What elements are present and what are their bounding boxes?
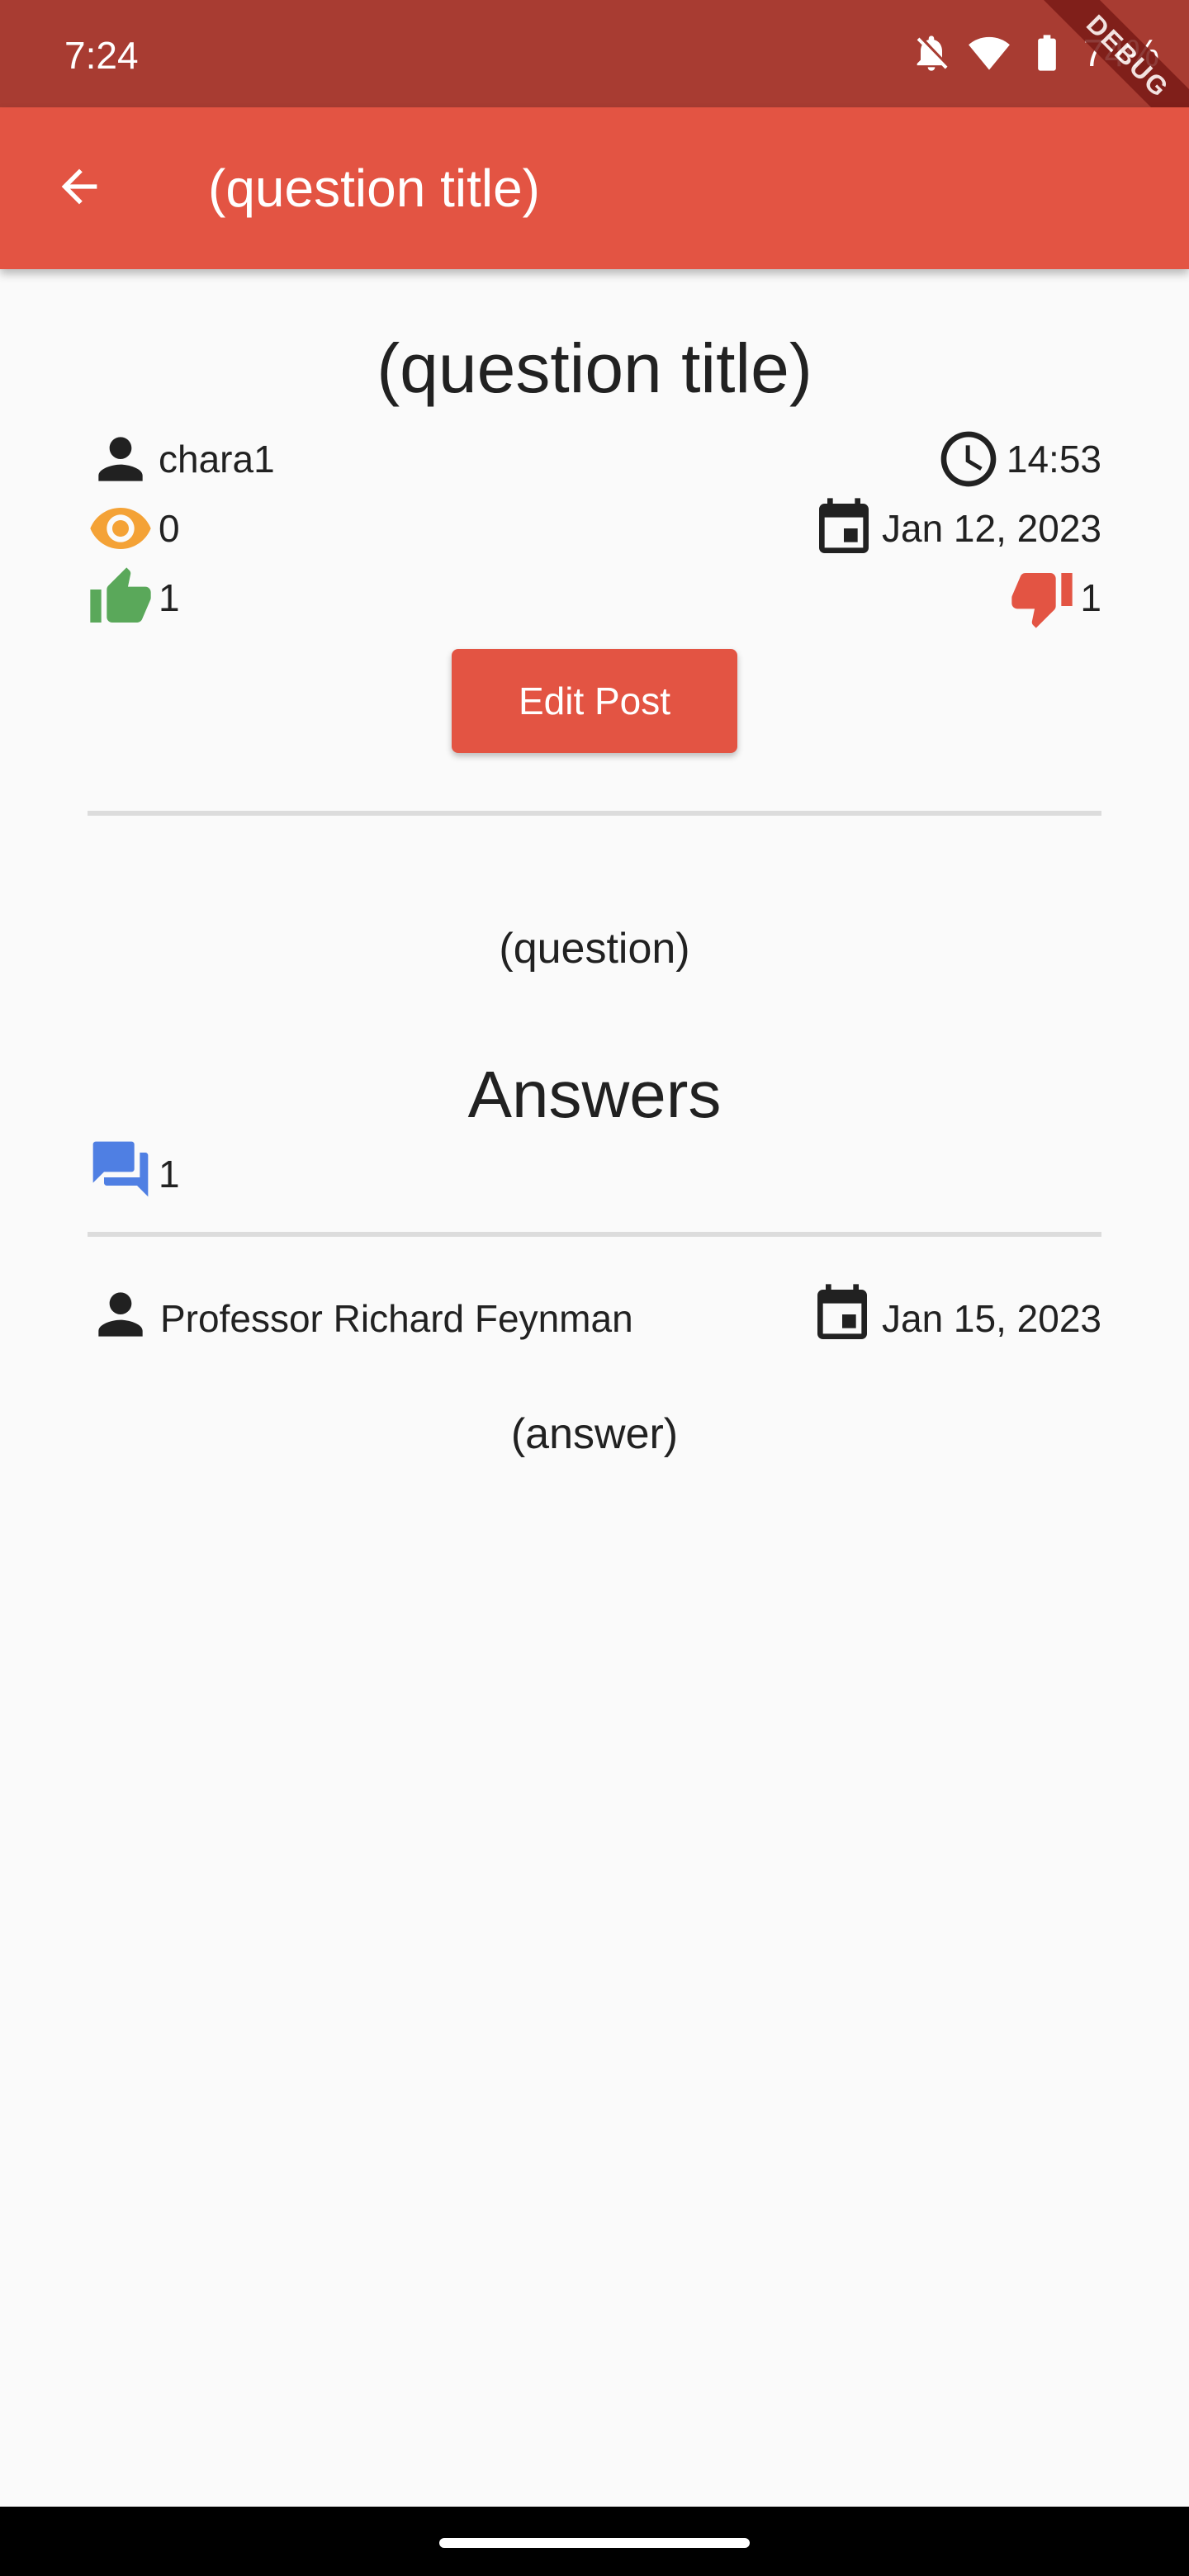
arrow-back-icon [53,160,106,217]
clock-icon [936,426,1002,492]
question-body: (question) [499,925,690,973]
eye-icon [88,495,154,561]
like-count: 1 [159,576,180,619]
post-views: 0 [159,507,180,550]
thumb-up-icon[interactable] [88,565,154,631]
post-time: 14:53 [1006,438,1101,481]
answer-meta-row: Professor Richard Feynman Jan 15, 2023 [88,1283,1101,1354]
answer-author: Professor Richard Feynman [160,1297,633,1340]
status-time: 7:24 [64,34,139,77]
answers-count-row: 1 [88,1136,180,1211]
system-nav-bar [0,2507,1189,2576]
battery-icon [1026,31,1068,74]
forum-icon [88,1136,154,1211]
post-author: chara1 [159,438,275,481]
app-bar: (question title) [0,107,1189,269]
post-title: (question title) [377,329,812,407]
divider [88,811,1101,816]
author-time-row: chara1 14:53 [88,429,1101,489]
answer-body: (answer) [510,1410,679,1458]
wifi-icon [968,31,1011,74]
votes-row: 1 1 [88,567,1101,628]
person-icon [88,1281,154,1357]
thumb-down-icon[interactable] [1009,565,1075,631]
answers-heading: Answers [467,1058,722,1131]
bell-off-icon [910,31,953,74]
post-date: Jan 12, 2023 [881,507,1101,550]
home-gesture-handle[interactable] [439,2538,750,2548]
edit-post-button[interactable]: Edit Post [452,649,737,753]
answers-count: 1 [159,1152,180,1196]
back-button[interactable] [40,149,119,228]
calendar-icon [809,1281,875,1357]
answer-date: Jan 15, 2023 [881,1297,1101,1340]
app-bar-title: (question title) [208,159,540,218]
person-icon [88,426,154,492]
dislike-count: 1 [1080,576,1101,619]
divider [88,1232,1101,1237]
status-bar: 7:24 74% DEBUG [0,0,1189,107]
calendar-icon [811,495,877,561]
views-date-row: 0 Jan 12, 2023 [88,498,1101,558]
